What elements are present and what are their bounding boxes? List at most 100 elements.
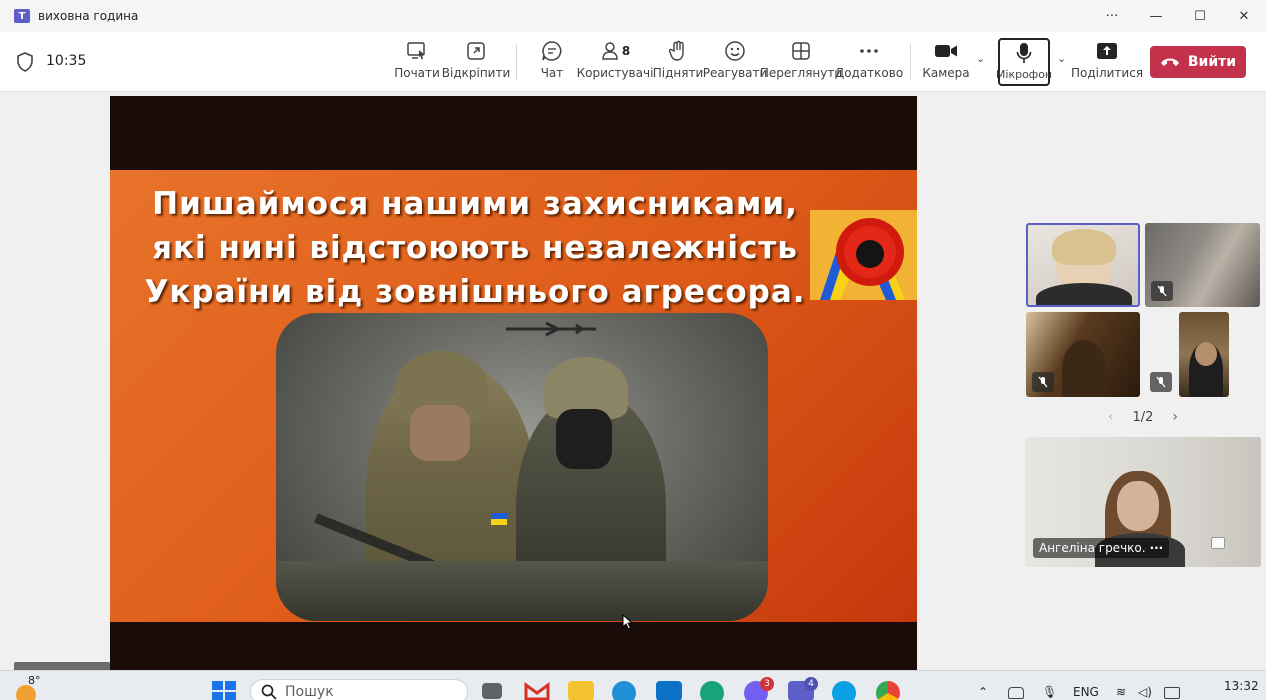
mic-off-icon xyxy=(1151,281,1173,301)
raise-hand-button[interactable]: Підняти xyxy=(653,38,703,88)
ukraine-flag-patch xyxy=(491,513,507,525)
person-figure xyxy=(1062,340,1106,397)
person-body xyxy=(1036,283,1132,305)
window-controls: ··· — ☐ ✕ xyxy=(1090,0,1266,32)
leave-label: Вийти xyxy=(1187,54,1237,70)
slide-line-3: України від зовнішнього агресора. xyxy=(144,274,806,310)
microphone-icon xyxy=(1016,40,1032,66)
meeting-toolbar: 10:35 Почати Відкріпити Чат 8 Користувач… xyxy=(0,32,1266,92)
camera-icon xyxy=(934,38,958,64)
battery-icon[interactable] xyxy=(1164,687,1180,699)
onedrive-cloud-icon[interactable] xyxy=(1008,687,1024,699)
windows-start-icon[interactable] xyxy=(212,681,236,700)
grid-view-icon xyxy=(791,38,811,64)
jet-icon xyxy=(506,321,596,337)
chat-label: Чат xyxy=(540,66,564,80)
volume-icon[interactable]: ◁) xyxy=(1138,685,1152,699)
tray-microphone-icon[interactable]: 🎙︎ xyxy=(1042,685,1057,699)
hang-up-icon xyxy=(1160,58,1179,66)
participant-tile[interactable] xyxy=(1026,312,1140,397)
sun-icon xyxy=(16,685,36,700)
gallery-next-button[interactable]: › xyxy=(1172,409,1178,425)
smile-icon xyxy=(724,38,746,64)
start-button[interactable]: Почати xyxy=(394,38,440,88)
chat-icon xyxy=(541,38,563,64)
presenter-label xyxy=(14,662,110,670)
face-shape xyxy=(410,405,470,461)
windows-taskbar: 8° Пошук 3 4 ⌃ 🎙︎ ENG ≋ ◁) 13:32 xyxy=(0,670,1266,700)
gallery-page-indicator: 1/2 xyxy=(1132,409,1154,425)
view-label: Переглянути xyxy=(759,66,843,80)
task-view-icon[interactable] xyxy=(482,683,502,699)
slide-content: Пишаймося нашими захисниками, які нині в… xyxy=(110,170,917,622)
mic-off-icon xyxy=(1032,372,1054,392)
share-screen-icon xyxy=(1096,38,1118,64)
teams-badge: 4 xyxy=(804,677,818,691)
language-indicator[interactable]: ENG xyxy=(1073,685,1099,699)
title-bar: T виховна година ··· — ☐ ✕ xyxy=(0,0,1266,32)
close-button[interactable]: ✕ xyxy=(1222,0,1266,32)
more-button[interactable]: Додатково xyxy=(835,38,903,88)
participant-tile[interactable] xyxy=(1179,312,1229,397)
share-label: Поділитися xyxy=(1070,66,1144,80)
window-title: виховна година xyxy=(38,9,139,23)
balaclava-shape xyxy=(556,409,612,469)
taskbar-clock[interactable]: 13:32 xyxy=(1224,679,1259,693)
people-button[interactable]: 8 Користувачі xyxy=(577,38,653,88)
people-count: 8 xyxy=(621,44,631,58)
edge-browser-icon[interactable] xyxy=(700,681,724,700)
participant-tile[interactable] xyxy=(1026,223,1140,307)
more-options-icon[interactable]: ··· xyxy=(1090,0,1134,32)
teams-logo-icon: T xyxy=(14,9,30,23)
popout-icon xyxy=(466,38,486,64)
search-icon xyxy=(261,684,277,700)
slide-line-1: Пишаймося нашими захисниками, xyxy=(152,186,798,222)
participant-more-icon[interactable]: ··· xyxy=(1150,541,1164,555)
minimize-button[interactable]: — xyxy=(1134,0,1178,32)
view-button[interactable]: Переглянути xyxy=(760,38,842,88)
mic-off-icon xyxy=(1150,372,1172,392)
microphone-button[interactable]: Мікрофон xyxy=(995,38,1053,86)
more-dots-icon xyxy=(859,38,879,64)
screen-start-icon xyxy=(406,38,428,64)
wifi-icon[interactable]: ≋ xyxy=(1116,685,1126,699)
share-button[interactable]: Поділитися xyxy=(1071,38,1143,88)
toolbar-divider xyxy=(910,44,911,80)
help-icon[interactable] xyxy=(612,681,636,700)
tray-chevron-up-icon[interactable]: ⌃ xyxy=(978,685,988,699)
microphone-label: Мікрофон xyxy=(995,68,1053,81)
leave-button[interactable]: Вийти xyxy=(1150,46,1246,78)
more-label: Додатково xyxy=(834,66,904,80)
start-label: Почати xyxy=(394,66,440,80)
camera-options-chevron-down-icon[interactable]: ⌄ xyxy=(976,52,985,65)
taskbar-search[interactable]: Пошук xyxy=(250,679,468,700)
wall-socket xyxy=(1211,537,1225,549)
camera-button[interactable]: Камера xyxy=(922,38,970,88)
raise-hand-label: Підняти xyxy=(652,66,704,80)
hand-icon xyxy=(668,38,688,64)
maximize-button[interactable]: ☐ xyxy=(1178,0,1222,32)
chat-button[interactable]: Чат xyxy=(538,38,566,88)
chrome-icon[interactable] xyxy=(876,681,900,700)
search-placeholder: Пошук xyxy=(285,684,334,700)
participant-tile[interactable] xyxy=(1145,223,1260,307)
camera-label: Камера xyxy=(922,66,970,80)
popout-button[interactable]: Відкріпити xyxy=(442,38,510,88)
react-button[interactable]: Реагувати xyxy=(703,38,767,88)
mouse-cursor-icon xyxy=(622,614,634,630)
person-face xyxy=(1195,342,1217,366)
hp-icon[interactable] xyxy=(656,681,682,700)
people-icon-wrap: 8 xyxy=(600,38,630,64)
file-explorer-icon[interactable] xyxy=(568,681,594,700)
weather-temp: 8° xyxy=(28,674,41,687)
skype-icon[interactable] xyxy=(832,681,856,700)
people-label: Користувачі xyxy=(576,66,654,80)
participant-name: Ангеліна гречко. xyxy=(1039,541,1146,555)
weather-widget[interactable]: 8° xyxy=(14,674,41,700)
person-face xyxy=(1117,481,1159,531)
participant-name-tag: Ангеліна гречко. ··· xyxy=(1033,538,1170,558)
mic-options-chevron-down-icon[interactable]: ⌄ xyxy=(1057,52,1066,65)
gallery-prev-button[interactable]: ‹ xyxy=(1108,409,1114,425)
gmail-icon[interactable] xyxy=(524,681,550,700)
person-hair xyxy=(1052,229,1116,265)
